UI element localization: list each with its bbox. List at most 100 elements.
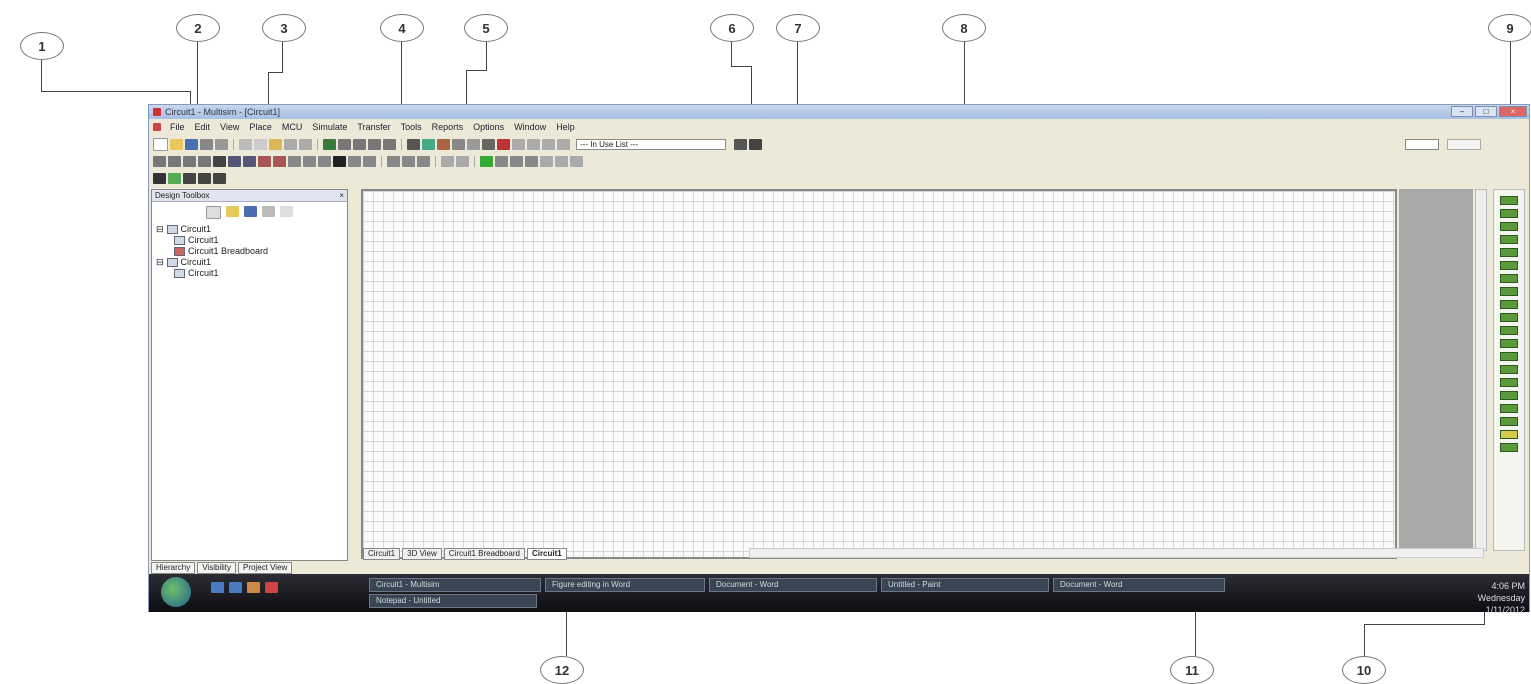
tektronix-oscilloscope-icon[interactable]: [1500, 417, 1518, 426]
copy-icon[interactable]: [254, 138, 267, 150]
question-icon[interactable]: [749, 138, 762, 150]
in-use-list-dropdown[interactable]: --- In Use List ---: [576, 138, 726, 150]
tree-item[interactable]: Circuit1: [156, 268, 343, 279]
run-icon[interactable]: [480, 155, 493, 167]
wattmeter-icon[interactable]: [1500, 222, 1518, 231]
horizontal-scrollbar[interactable]: [749, 548, 1484, 558]
menu-reports[interactable]: Reports: [427, 122, 469, 132]
agilent-generator-icon[interactable]: [1500, 378, 1518, 387]
logic-analyzer-icon[interactable]: [1500, 300, 1518, 309]
misc-digital-icon[interactable]: [258, 155, 271, 167]
menu-options[interactable]: Options: [468, 122, 509, 132]
place-junction-icon[interactable]: [183, 172, 196, 184]
pause-switch[interactable]: [1447, 139, 1481, 150]
quicklaunch-icon[interactable]: [265, 582, 278, 593]
basic-icon[interactable]: [168, 155, 181, 167]
back-annotate-icon[interactable]: [557, 138, 570, 150]
menu-simulate[interactable]: Simulate: [307, 122, 352, 132]
menu-help[interactable]: Help: [551, 122, 580, 132]
cut-icon[interactable]: [239, 138, 252, 150]
task-button[interactable]: Notepad - Untitled: [369, 594, 537, 608]
place-wire-icon[interactable]: [168, 172, 181, 184]
save-design-icon[interactable]: [244, 206, 257, 217]
mixed-icon[interactable]: [273, 155, 286, 167]
word-generator-icon[interactable]: [1500, 287, 1518, 296]
network-analyzer-icon[interactable]: [1500, 365, 1518, 374]
frequency-counter-icon[interactable]: [1500, 274, 1518, 283]
database-icon[interactable]: [437, 138, 450, 150]
task-button[interactable]: Circuit1 - Multisim: [369, 578, 541, 592]
menu-mcu[interactable]: MCU: [277, 122, 308, 132]
tab-circuit1[interactable]: Circuit1: [363, 547, 401, 560]
tab-visibility[interactable]: Visibility: [197, 562, 236, 574]
minus-icon[interactable]: ⊟: [156, 224, 164, 235]
multimeter-icon[interactable]: [1500, 196, 1518, 205]
start-button[interactable]: [161, 577, 191, 607]
print-preview-icon[interactable]: [215, 138, 228, 150]
task-button[interactable]: Untitled - Paint: [881, 578, 1049, 592]
menu-transfer[interactable]: Transfer: [352, 122, 395, 132]
new-design-icon[interactable]: [206, 206, 221, 219]
tree-item[interactable]: Circuit1: [156, 235, 343, 246]
labview-instrument-icon[interactable]: [1500, 430, 1518, 439]
cmos-icon[interactable]: [243, 155, 256, 167]
current-probe-icon[interactable]: [1500, 443, 1518, 452]
tab-project-view[interactable]: Project View: [237, 562, 293, 574]
bus-icon[interactable]: [417, 155, 430, 167]
task-button[interactable]: Document - Word: [1053, 578, 1225, 592]
task-button[interactable]: Figure editing in Word: [545, 578, 705, 592]
circuit-window-grid[interactable]: [361, 189, 1397, 559]
misc-icon[interactable]: [318, 155, 331, 167]
redo-icon[interactable]: [299, 138, 312, 150]
minimize-button[interactable]: –: [1451, 106, 1473, 117]
step-out-icon[interactable]: [555, 155, 568, 167]
bode-plotter-icon[interactable]: [1500, 261, 1518, 270]
minus-icon[interactable]: ⊟: [156, 257, 164, 268]
probe-settings-icon[interactable]: [456, 155, 469, 167]
toggle-fullscreen-icon[interactable]: [323, 138, 336, 150]
four-channel-oscilloscope-icon[interactable]: [1500, 248, 1518, 257]
menu-place[interactable]: Place: [244, 122, 277, 132]
diode-icon[interactable]: [183, 155, 196, 167]
hierarchical-block-icon[interactable]: [402, 155, 415, 167]
menu-tools[interactable]: Tools: [396, 122, 427, 132]
breadboard-icon[interactable]: [512, 138, 525, 150]
menu-view[interactable]: View: [215, 122, 244, 132]
logic-converter-icon[interactable]: [1500, 313, 1518, 322]
source-icon[interactable]: [153, 155, 166, 167]
close-design-icon[interactable]: [262, 206, 275, 217]
postprocessor-icon[interactable]: [467, 138, 480, 150]
oscilloscope-icon[interactable]: [1500, 235, 1518, 244]
function-generator-icon[interactable]: [1500, 209, 1518, 218]
grapher-icon[interactable]: [482, 138, 495, 150]
indicator-icon[interactable]: [288, 155, 301, 167]
help-icon[interactable]: [734, 138, 747, 150]
place-connector-icon[interactable]: [213, 172, 226, 184]
tree-item[interactable]: ⊟ Circuit1: [156, 224, 343, 235]
zoom-out-icon[interactable]: [353, 138, 366, 150]
probe-icon[interactable]: [441, 155, 454, 167]
ultiboard-icon[interactable]: [527, 138, 540, 150]
spreadsheet-icon[interactable]: [422, 138, 435, 150]
distortion-analyzer-icon[interactable]: [1500, 339, 1518, 348]
erc-icon[interactable]: [497, 138, 510, 150]
advanced-peripherals-icon[interactable]: [333, 155, 346, 167]
quicklaunch-icon[interactable]: [247, 582, 260, 593]
close-icon[interactable]: ×: [339, 191, 344, 200]
mcu-icon[interactable]: [387, 155, 400, 167]
tab-breadboard[interactable]: Circuit1 Breadboard: [443, 547, 525, 560]
component-wizard-icon[interactable]: [452, 138, 465, 150]
analog-icon[interactable]: [213, 155, 226, 167]
agilent-multimeter-icon[interactable]: [1500, 391, 1518, 400]
simulation-switch[interactable]: [1405, 139, 1439, 150]
save-icon[interactable]: [185, 138, 198, 150]
rf-icon[interactable]: [348, 155, 361, 167]
tree-item[interactable]: ⊟ Circuit1: [156, 257, 343, 268]
stop-icon[interactable]: [510, 155, 523, 167]
print-icon[interactable]: [200, 138, 213, 150]
transistor-icon[interactable]: [198, 155, 211, 167]
undo-icon[interactable]: [284, 138, 297, 150]
vertical-scrollbar[interactable]: [1475, 189, 1487, 551]
new-icon[interactable]: [153, 137, 168, 151]
system-clock[interactable]: 4:06 PM Wednesday 1/11/2012: [1478, 580, 1525, 616]
